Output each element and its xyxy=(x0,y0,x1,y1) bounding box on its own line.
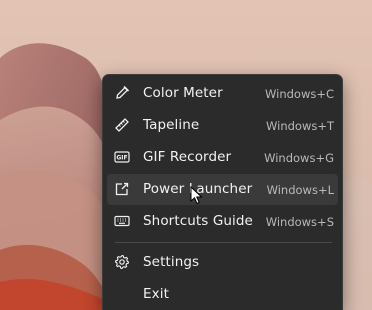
shortcut-text: Windows+T xyxy=(266,119,334,133)
menu-item-gif-recorder[interactable]: GIF GIF Recorder Windows+G xyxy=(107,142,338,173)
menu-item-tapeline[interactable]: Tapeline Windows+T xyxy=(107,110,338,141)
menu-item-label: Settings xyxy=(143,254,200,270)
menu-item-label: Color Meter xyxy=(143,85,223,101)
menu-item-label: Tapeline xyxy=(143,117,200,133)
menu-item-power-launcher[interactable]: Power Launcher Windows+L xyxy=(107,174,338,205)
shortcut-text: Windows+G xyxy=(264,151,334,165)
menu-item-settings[interactable]: Settings xyxy=(107,247,338,278)
menu-separator xyxy=(115,242,332,243)
menu-item-label: GIF Recorder xyxy=(143,149,232,165)
launch-icon xyxy=(114,181,130,197)
shortcut-text: Windows+L xyxy=(266,183,334,197)
gif-icon: GIF xyxy=(114,149,130,165)
eyedropper-icon xyxy=(114,85,130,101)
keyboard-icon xyxy=(114,213,130,229)
menu-item-exit[interactable]: Exit xyxy=(107,279,338,310)
menu-item-label: Shortcuts Guide xyxy=(143,213,253,229)
gear-icon xyxy=(114,254,130,270)
shortcut-text: Windows+S xyxy=(265,215,334,229)
svg-text:GIF: GIF xyxy=(116,155,127,162)
ruler-icon xyxy=(114,117,130,133)
menu-item-shortcuts-guide[interactable]: Shortcuts Guide Windows+S xyxy=(107,206,338,237)
mouse-cursor-icon xyxy=(190,186,203,205)
menu-item-label: Exit xyxy=(143,286,169,302)
context-menu: Color Meter Windows+C Tapeline Windows+T… xyxy=(102,74,343,310)
menu-item-color-meter[interactable]: Color Meter Windows+C xyxy=(107,78,338,109)
shortcut-text: Windows+C xyxy=(265,87,334,101)
